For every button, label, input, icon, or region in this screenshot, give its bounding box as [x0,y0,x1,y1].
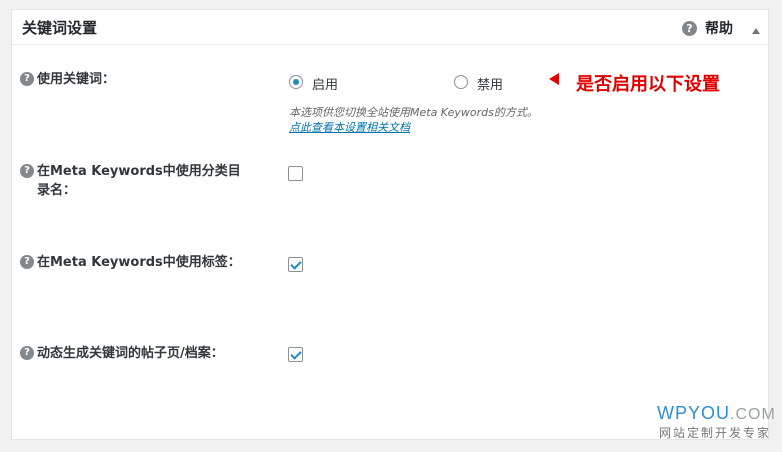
annotation-text: 是否启用以下设置 [576,74,720,95]
dynamic-keywords-checkbox[interactable] [288,347,303,362]
use-keywords-label: 使用关键词： [37,72,116,87]
brand-watermark: WPYOU.COM [657,403,776,424]
help-label: 帮助 [705,21,733,37]
categories-label-line2: 录名： [37,183,77,198]
checkmark-icon [290,258,302,270]
dynamic-keywords-label: 动态生成关键词的帖子页/档案： [37,346,224,361]
brand-tagline: 网站定制开发专家 [659,426,772,440]
radio-selected-dot [293,79,299,85]
row-help-icon[interactable]: ? [20,164,34,178]
row-help-icon[interactable]: ? [20,72,34,86]
categories-label-line1: 在Meta Keywords中使用分类目 [37,164,241,179]
panel-title: 关键词设置 [22,19,98,37]
panel-header: 关键词设置 ? 帮助 [12,10,768,45]
collapse-arrow-icon[interactable] [752,28,760,34]
radio-disable-label[interactable]: 禁用 [477,74,503,93]
row-help-icon[interactable]: ? [20,255,34,269]
annotation-arrow-icon [549,73,559,85]
categories-checkbox[interactable] [288,166,303,181]
radio-enable-label[interactable]: 启用 [312,74,338,93]
tags-label: 在Meta Keywords中使用标签： [37,255,241,270]
doc-link[interactable]: 点此查看本设置相关文档 [289,119,410,135]
tags-checkbox[interactable] [288,257,303,272]
brand-name: WPYOU [657,403,731,423]
brand-suffix: .COM [730,406,776,423]
checkmark-icon [290,348,302,360]
help-button[interactable]: ? 帮助 [682,18,733,38]
option-description: 本选项供您切换全站使用Meta Keywords的方式。 [289,106,538,119]
radio-disable[interactable] [454,75,468,89]
radio-enable[interactable] [289,75,303,89]
help-icon: ? [682,20,697,36]
row-help-icon[interactable]: ? [20,346,34,360]
